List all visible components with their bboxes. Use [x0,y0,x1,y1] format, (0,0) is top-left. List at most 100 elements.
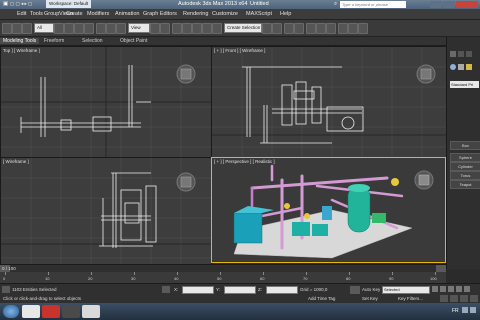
redo-icon[interactable] [12,23,22,34]
box-button[interactable]: Box [450,141,480,150]
menu-tools[interactable]: Tools [30,11,43,17]
render-frame-icon[interactable] [348,23,358,34]
menu-create[interactable]: Create [66,11,83,17]
maximize-button[interactable] [443,1,455,8]
schematic-view-icon[interactable] [316,23,326,34]
goto-end-icon[interactable] [464,286,470,292]
modify-tab-icon[interactable] [458,51,464,57]
tab-modeling-tools[interactable]: Modeling Tools [0,38,40,44]
file-explorer-taskbar-icon[interactable] [22,305,40,318]
menu-customize[interactable]: Customize [212,11,238,17]
category-dropdown[interactable]: Standard Pri [450,81,479,88]
menu-group[interactable]: Group [44,11,59,17]
layer-manager-icon[interactable] [284,23,294,34]
shapes-icon[interactable] [458,64,464,70]
geometry-icon[interactable] [450,64,456,70]
angle-snap-icon[interactable] [182,23,192,34]
menu-rendering[interactable]: Rendering [183,11,208,17]
viewport-perspective-label[interactable]: [ + ] [ Perspective ] [ Realistic ] [214,159,275,164]
material-editor-icon[interactable] [326,23,336,34]
tab-selection[interactable]: Selection [82,38,103,44]
input-language[interactable]: FR [452,308,459,314]
tab-object-paint[interactable]: Object Paint [120,38,147,44]
viewport-top[interactable]: Top ] [ Wireframe ] [0,46,212,158]
key-mode-dropdown[interactable]: Selected [382,286,430,294]
align-icon[interactable] [272,23,282,34]
mirror-icon[interactable] [262,23,272,34]
workspace-dropdown[interactable]: Workspace: Default [46,0,92,8]
menu-help[interactable]: Help [280,11,291,17]
winrar-taskbar-icon[interactable] [42,305,60,318]
viewport-top-label[interactable]: Top ] [ Wireframe ] [3,48,40,53]
goto-start-icon[interactable] [432,286,438,292]
sphere-button[interactable]: Sphere [450,153,480,162]
menu-maxscript[interactable]: MAXScript [246,11,272,17]
close-button[interactable] [456,1,478,8]
torus-button[interactable]: Torus [450,171,480,180]
render-setup-icon[interactable] [338,23,348,34]
menu-edit[interactable]: Edit [17,11,26,17]
select-object-icon[interactable] [54,23,64,34]
prev-key-icon[interactable] [440,286,446,292]
coord-z-field[interactable] [266,286,298,294]
create-tab-icon[interactable] [450,51,456,57]
select-by-name-icon[interactable] [64,23,74,34]
region-select-icon[interactable] [74,23,84,34]
app-icon[interactable]: ▣ [3,1,8,7]
lights-icon[interactable] [466,64,472,70]
teapot-button[interactable]: Teapot [450,180,480,189]
lock-selection-icon[interactable] [162,286,170,293]
cylinder-button[interactable]: Cylinder [450,162,480,171]
start-button[interactable] [3,305,19,318]
minimize-button[interactable] [430,1,442,8]
pan-icon[interactable] [450,295,458,302]
tab-freeform[interactable]: Freeform [44,38,64,44]
pivot-icon[interactable] [150,23,160,34]
window-crossing-icon[interactable] [84,23,94,34]
viewport-left[interactable]: [ Wireframe ] [0,157,212,265]
snap-toggle-icon[interactable] [172,23,182,34]
volume-icon[interactable] [470,307,476,313]
graphite-toggle-icon[interactable] [294,23,304,34]
manipulate-icon[interactable] [160,23,170,34]
undo-icon[interactable] [2,23,12,34]
viewport-front[interactable]: [ + ] [ Front ] [ Wireframe ] [211,46,448,158]
frame-counter[interactable]: 0 / 100 [2,266,16,271]
selection-filter-dropdown[interactable]: All [34,23,54,33]
named-selection-dropdown[interactable]: Create Selection Se [224,23,262,33]
play-icon[interactable] [448,286,454,292]
scale-icon[interactable] [116,23,126,34]
spinner-snap-icon[interactable] [202,23,212,34]
quick-access-toolbar[interactable]: ▢ ▢ ◂ ▸ ▢ [10,1,32,7]
percent-snap-icon[interactable] [192,23,202,34]
hierarchy-tab-icon[interactable] [466,51,472,57]
viewport-front-label[interactable]: [ + ] [ Front ] [ Wireframe ] [214,48,265,53]
media-taskbar-icon[interactable] [82,305,100,318]
edit-named-selection-icon[interactable] [212,23,222,34]
menu-modifiers[interactable]: Modifiers [87,11,109,17]
viewport-left-label[interactable]: [ Wireframe ] [3,159,29,164]
auto-key-button[interactable]: Auto Key [362,287,380,292]
track-bar[interactable]: 0 10 20 30 40 50 60 70 80 90 100 [0,272,446,283]
menu-graph-editors[interactable]: Graph Editors [143,11,177,17]
coord-x-field[interactable] [182,286,214,294]
maxscript-listener-icon[interactable] [2,286,10,293]
viewport-perspective[interactable]: [ + ] [ Perspective ] [ Realistic ] [211,157,446,263]
set-key-button[interactable]: Set Key [362,296,378,301]
set-key-icon[interactable] [350,286,360,294]
reference-coordinate-dropdown[interactable]: View [128,23,150,33]
link-icon[interactable] [22,23,32,34]
orbit-icon[interactable] [460,295,468,302]
maximize-viewport-icon[interactable] [470,295,478,302]
coord-y-field[interactable] [224,286,256,294]
3dsmax-taskbar-icon[interactable] [62,305,80,318]
binoculars-icon[interactable]: ⌕ [334,1,337,8]
search-input[interactable]: Type a keyword or phrase [340,1,406,8]
rotate-icon[interactable] [106,23,116,34]
key-filters-button[interactable]: Key Filters... [398,296,423,301]
next-frame-button[interactable] [436,265,446,272]
next-key-icon[interactable] [456,286,462,292]
move-icon[interactable] [96,23,106,34]
add-time-tag[interactable]: Add Time Tag [308,296,335,301]
zoom-icon[interactable] [440,295,448,302]
